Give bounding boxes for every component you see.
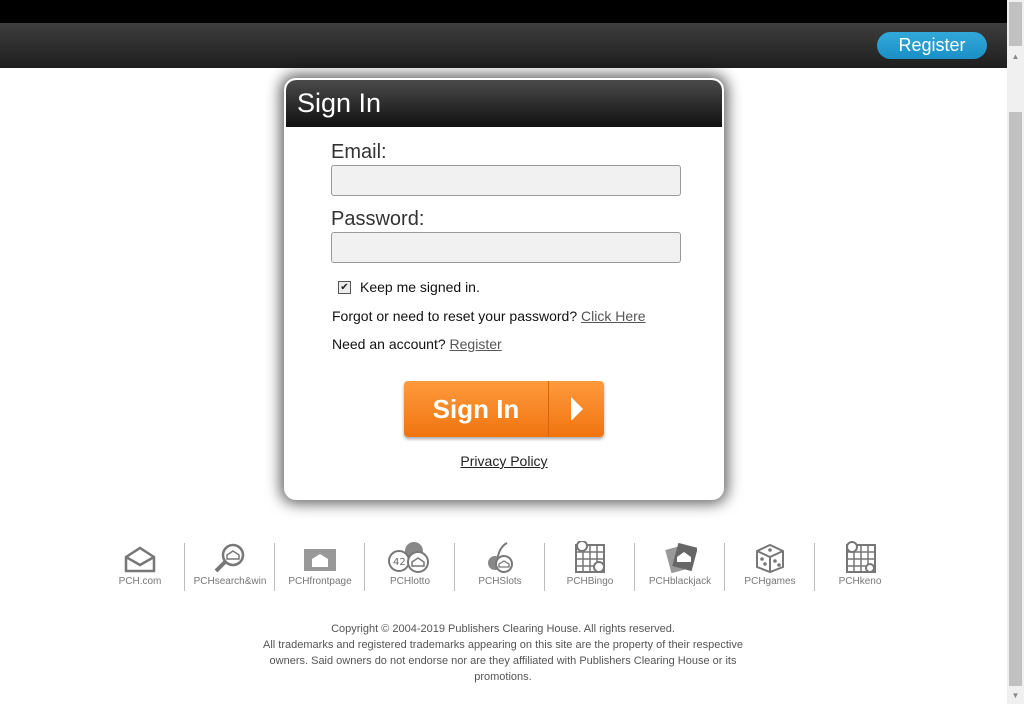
scroll-down-arrow-icon[interactable]: ▼ xyxy=(1007,687,1024,704)
frontpage-icon xyxy=(304,549,336,571)
footer-site-pch[interactable]: PCH.com xyxy=(95,541,185,593)
footer-site-keno[interactable]: PCHkeno xyxy=(815,541,905,593)
footer-site-blackjack[interactable]: PCHblackjack xyxy=(635,541,725,593)
bingo-card-icon xyxy=(575,541,605,573)
keep-signed-in-checkbox[interactable]: ✔ xyxy=(338,280,351,294)
register-link[interactable]: Register xyxy=(450,336,502,352)
reset-password-link[interactable]: Click Here xyxy=(581,308,646,324)
site-header: Register xyxy=(0,23,1007,68)
sign-in-button[interactable]: Sign In xyxy=(404,381,604,437)
footer-site-label: PCHgames xyxy=(744,576,796,587)
need-account-row: Need an account? Register xyxy=(332,336,502,352)
footer-site-slots[interactable]: PCHSlots xyxy=(455,541,545,593)
footer-site-label: PCHsearch&win xyxy=(193,576,267,587)
footer-site-label: PCHlotto xyxy=(389,576,430,587)
sign-in-button-divider xyxy=(548,381,549,437)
sign-in-title: Sign In xyxy=(286,80,722,127)
vertical-scrollbar[interactable]: ▲ ▼ xyxy=(1007,0,1024,704)
forgot-password-text: Forgot or need to reset your password? xyxy=(332,308,578,324)
scroll-up-arrow-icon[interactable]: ▲ xyxy=(1007,48,1024,65)
forgot-password-row: Forgot or need to reset your password? C… xyxy=(332,308,646,324)
password-field[interactable] xyxy=(331,232,681,263)
scrollbar-top-segment xyxy=(1009,2,1022,46)
privacy-policy-link[interactable]: Privacy Policy xyxy=(460,453,547,469)
sign-in-card: Sign In Email: Password: ✔ Keep me signe… xyxy=(284,78,724,500)
envelope-icon xyxy=(124,546,156,573)
top-black-bar xyxy=(0,0,1007,23)
cherries-icon xyxy=(488,542,513,573)
email-label: Email: xyxy=(331,141,387,163)
footer-site-frontpage[interactable]: PCHfrontpage xyxy=(275,541,365,593)
lotto-balls-icon: 42 xyxy=(388,542,429,573)
email-field[interactable] xyxy=(331,165,681,196)
privacy-row: Privacy Policy xyxy=(286,453,722,469)
keep-signed-in-row[interactable]: ✔ Keep me signed in. xyxy=(338,279,480,295)
password-label: Password: xyxy=(331,208,425,230)
footer-site-label: PCHblackjack xyxy=(648,576,712,587)
keno-grid-icon xyxy=(846,541,876,573)
footer-site-searchwin[interactable]: PCHsearch&win xyxy=(185,541,275,593)
footer-site-games[interactable]: PCHgames xyxy=(725,541,815,593)
need-account-text: Need an account? xyxy=(332,336,446,352)
footer-site-lotto[interactable]: 42 PCHlotto xyxy=(365,541,455,593)
header-register-button[interactable]: Register xyxy=(877,32,987,59)
footer-site-label: PCHkeno xyxy=(838,576,882,587)
copyright-block: Copyright © 2004-2019 Publishers Clearin… xyxy=(250,621,756,685)
copyright-line: Copyright © 2004-2019 Publishers Clearin… xyxy=(331,623,675,635)
scrollbar-thumb[interactable] xyxy=(1009,112,1022,686)
cards-icon xyxy=(665,542,697,573)
svg-text:42: 42 xyxy=(393,557,406,568)
footer-site-bingo[interactable]: PCHBingo xyxy=(545,541,635,593)
pch-sites-bar: PCH.com PCHsearch&win PCHfrontpage 42 PC… xyxy=(95,541,905,593)
sign-in-button-label: Sign In xyxy=(432,394,520,424)
trademark-text: All trademarks and registered trademarks… xyxy=(263,639,743,683)
footer-site-label: PCHSlots xyxy=(478,576,522,587)
keep-signed-in-label: Keep me signed in. xyxy=(360,279,480,295)
footer-site-label: PCHBingo xyxy=(566,576,614,587)
magnifier-icon xyxy=(214,543,245,573)
footer-site-label: PCHfrontpage xyxy=(288,576,352,587)
footer-site-label: PCH.com xyxy=(118,576,162,587)
arrow-right-icon xyxy=(571,397,583,421)
dice-icon xyxy=(756,543,784,573)
